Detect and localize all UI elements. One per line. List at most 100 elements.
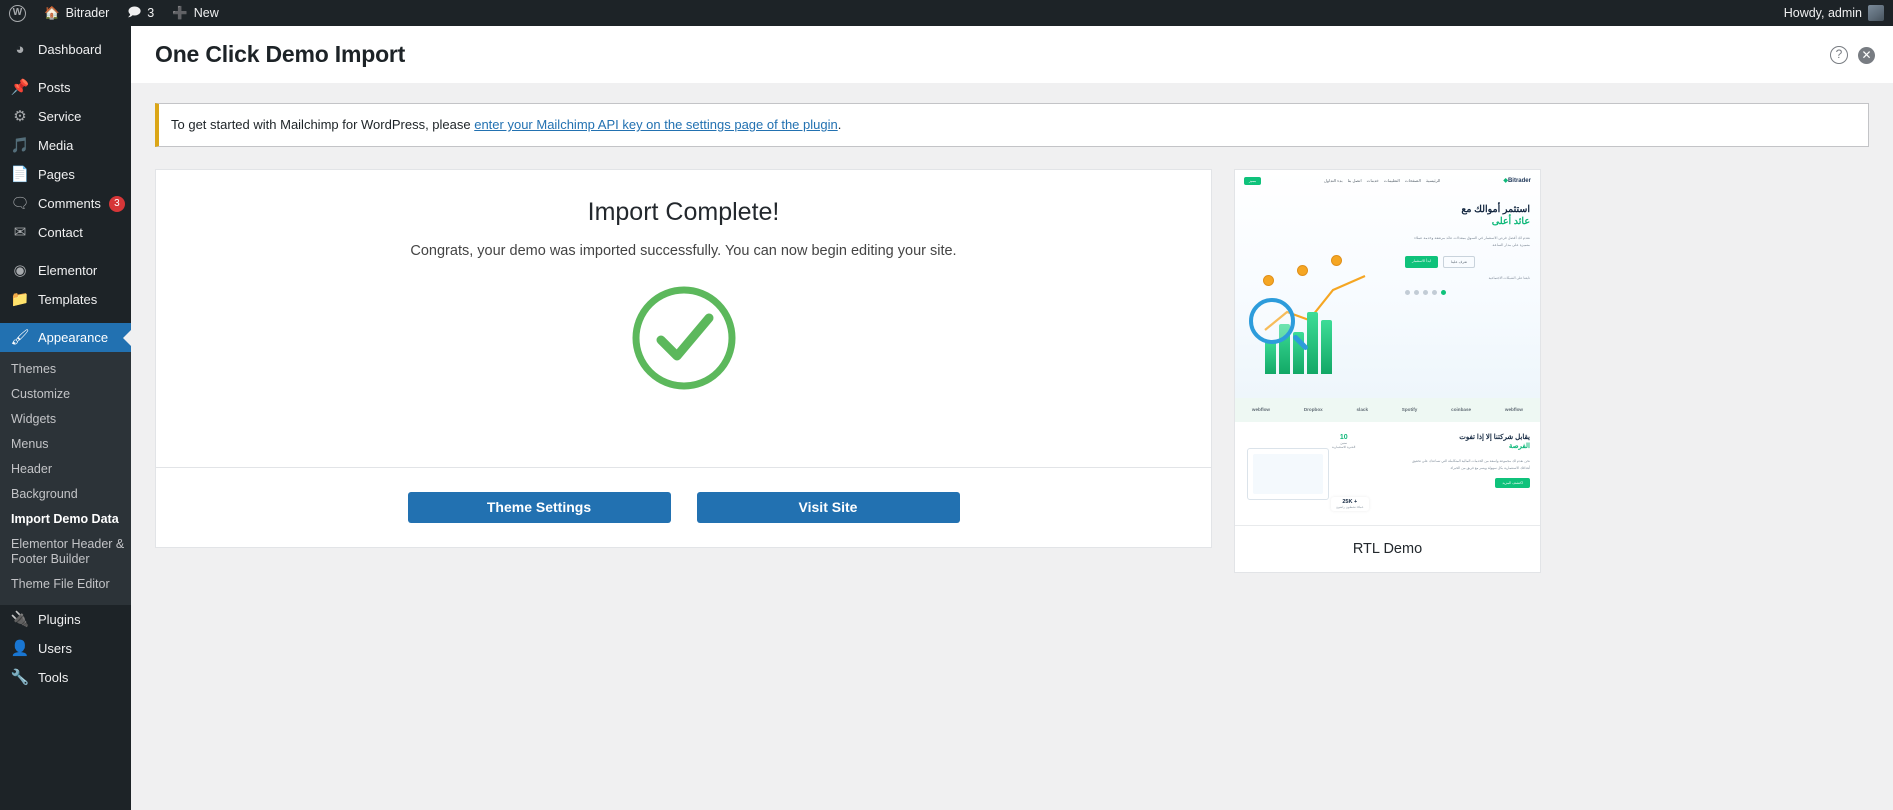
mock-feature-button: اكتشف المزيد (1495, 478, 1530, 489)
chart-bar (1321, 319, 1332, 374)
new-label: New (193, 6, 219, 20)
site-name-menu[interactable]: 🏠 Bitrader (35, 0, 118, 26)
mock-badge: مميز (1244, 176, 1262, 185)
admin-sidebar: ◕ Dashboard 📌 Posts ⚙ Service 🎵 Media 📄 … (0, 26, 131, 810)
help-icon[interactable]: ? (1830, 46, 1848, 64)
my-account-menu[interactable]: Howdy, admin (1775, 0, 1893, 26)
site-name-label: Bitrader (65, 6, 110, 20)
sidebar-item-posts[interactable]: 📌 Posts (0, 73, 131, 102)
notice-text-after: . (837, 117, 842, 132)
sidebar-item-label: Media (38, 138, 74, 153)
sidebar-item-dashboard[interactable]: ◕ Dashboard (0, 35, 131, 64)
mock-kpi-badge: + 25K عملاء نشطون راضون (1331, 496, 1369, 511)
mock-hero-text: استثمر أموالك مع عائد أعلى نقدم لك أفضل … (1405, 204, 1530, 296)
demo-preview-thumbnail: مميز بدء التداول اتصل بنا خدمات التعليما… (1235, 169, 1540, 525)
content-columns: Import Complete! Congrats, your demo was… (155, 168, 1869, 573)
demo-preview-card[interactable]: مميز بدء التداول اتصل بنا خدمات التعليما… (1234, 168, 1541, 573)
mock-kpi-label: عملاء نشطون راضون (1336, 504, 1364, 509)
mock-feature-title-line1: يقابل شركتنا إلا إذا تفوت (1459, 433, 1530, 441)
wrench-icon: 🔧 (10, 669, 30, 686)
close-icon[interactable]: ✕ (1858, 46, 1875, 64)
comments-bubble[interactable]: 🗩 3 (118, 0, 163, 26)
gear-icon: ⚙ (13, 108, 27, 125)
social-icon (1441, 290, 1446, 296)
mock-years-badge: 10 سنين الخبرة الاستثمارية (1327, 431, 1361, 451)
theme-settings-button[interactable]: Theme Settings (407, 491, 671, 523)
main-content: One Click Demo Import ? ✕ To get started… (131, 26, 1893, 810)
mock-coin-icon (1297, 264, 1308, 276)
sidebar-item-elementor[interactable]: ◉ Elementor (0, 256, 131, 285)
chart-bar (1307, 311, 1318, 374)
mock-feature-title-line2: الفرصة (1508, 443, 1530, 451)
mock-headline: استثمر أموالك مع عائد أعلى (1405, 204, 1530, 230)
success-icon-wrap (176, 283, 1191, 393)
mock-nav-links: بدء التداول اتصل بنا خدمات التعليمات الص… (1324, 178, 1440, 183)
howdy-label: Howdy, admin (1783, 6, 1862, 20)
sidebar-item-label: Service (38, 109, 82, 124)
page-header: One Click Demo Import ? ✕ (131, 26, 1893, 84)
submenu-item-background[interactable]: Background (0, 482, 131, 507)
mock-feature-paragraph: نحن نقدم لك مجموعة واسعة من الخدمات الما… (1412, 459, 1530, 470)
notice-text-before: To get started with Mailchimp for WordPr… (171, 117, 475, 132)
submenu-item-header[interactable]: Header (0, 457, 131, 482)
mock-nav-link: التعليمات (1383, 178, 1400, 183)
sidebar-item-contact[interactable]: ✉ Contact (0, 218, 131, 247)
sidebar-item-label: Pages (38, 167, 75, 182)
comment-count-label: 3 (147, 6, 155, 20)
visit-site-button[interactable]: Visit Site (696, 491, 960, 523)
sidebar-item-comments[interactable]: 🗨 Comments 3 (0, 189, 131, 218)
brand-logo: webflow (1251, 407, 1271, 412)
sidebar-item-label: Contact (38, 225, 83, 240)
submenu-item-customize[interactable]: Customize (0, 382, 131, 407)
plus-icon: ➕ (172, 5, 188, 20)
import-card-body: Import Complete! Congrats, your demo was… (156, 170, 1211, 467)
mailchimp-settings-link[interactable]: enter your Mailchimp API key on the sett… (474, 117, 838, 132)
sidebar-item-users[interactable]: 👤 Users (0, 634, 131, 663)
sidebar-item-plugins[interactable]: 🔌 Plugins (0, 605, 131, 634)
submenu-item-menus[interactable]: Menus (0, 432, 131, 457)
appearance-submenu: Themes Customize Widgets Menus Header Ba… (0, 352, 131, 605)
mock-secondary-button: تعرف علينا (1443, 256, 1476, 269)
user-icon: 👤 (10, 640, 30, 657)
brand-logo: Dropbox (1303, 407, 1323, 412)
mock-logo-text: Bitrader (1507, 178, 1531, 184)
sidebar-item-label: Posts (38, 80, 71, 95)
mock-brand-strip: webflow Dropbox slack Spotify coinbase w… (1235, 397, 1540, 422)
submenu-item-import-demo-data[interactable]: Import Demo Data (0, 507, 131, 532)
sidebar-item-label: Dashboard (38, 42, 102, 57)
social-icon (1423, 290, 1428, 296)
mock-nav-link: الرئيسية (1426, 178, 1441, 183)
submenu-item-themes[interactable]: Themes (0, 357, 131, 382)
submenu-item-elementor-header-footer-builder[interactable]: Elementor Header & Footer Builder (0, 532, 131, 572)
pin-icon: 📌 (10, 79, 30, 96)
chart-bar (1265, 339, 1276, 374)
sidebar-item-appearance[interactable]: 🖌 Appearance (0, 323, 131, 352)
submenu-item-widgets[interactable]: Widgets (0, 407, 131, 432)
import-result-card: Import Complete! Congrats, your demo was… (155, 168, 1212, 548)
plug-icon: 🔌 (10, 611, 30, 628)
sidebar-item-label: Elementor (38, 263, 98, 278)
envelope-icon: ✉ (13, 224, 27, 241)
sidebar-item-tools[interactable]: 🔧 Tools (0, 663, 131, 692)
mock-headline-line2: عائد أعلى (1491, 216, 1530, 228)
new-content-menu[interactable]: ➕ New (163, 0, 228, 26)
sidebar-item-media[interactable]: 🎵 Media (0, 131, 131, 160)
sidebar-item-templates[interactable]: 📁 Templates (0, 285, 131, 314)
mock-feature-section: يقابل شركتنا إلا إذا تفوت الفرصة نحن نقد… (1235, 421, 1540, 525)
mock-coin-icon (1331, 254, 1342, 266)
home-icon: 🏠 (44, 5, 60, 20)
mock-headline-line1: استثمر أموالك مع (1461, 203, 1530, 215)
submenu-item-theme-file-editor[interactable]: Theme File Editor (0, 572, 131, 597)
mock-hero-section: مميز بدء التداول اتصل بنا خدمات التعليما… (1235, 169, 1540, 398)
folder-icon: 📁 (10, 291, 30, 308)
elementor-icon: ◉ (13, 262, 27, 279)
sidebar-item-pages[interactable]: 📄 Pages (0, 160, 131, 189)
header-actions: ? ✕ (1830, 26, 1875, 84)
sidebar-item-service[interactable]: ⚙ Service (0, 102, 131, 131)
sidebar-item-label: Plugins (38, 612, 81, 627)
comment-bubble-icon: 🗩 (127, 4, 142, 19)
wp-logo-menu[interactable] (0, 0, 35, 26)
media-icon: 🎵 (10, 137, 30, 154)
sidebar-item-label: Appearance (38, 330, 109, 345)
import-heading: Import Complete! (587, 197, 780, 226)
